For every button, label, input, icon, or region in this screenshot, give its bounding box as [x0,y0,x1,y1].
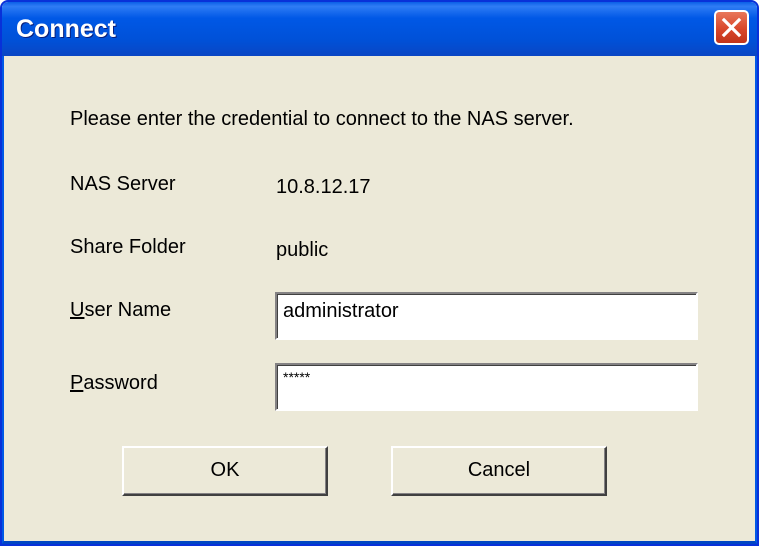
instruction-text: Please enter the credential to connect t… [70,108,574,130]
user-name-label: User Name [70,299,171,322]
password-label-text: assword [83,372,158,394]
password-input[interactable]: ***** [275,363,698,411]
share-folder-label: Share Folder [70,236,186,258]
user-name-accelerator: U [70,299,85,321]
user-name-label-text: ser Name [84,299,172,321]
nas-server-value: 10.8.12.17 [276,176,371,198]
cancel-button[interactable]: Cancel [391,446,607,496]
password-accelerator: P [70,372,84,394]
close-icon [721,17,742,38]
window-title: Connect [16,15,116,43]
title-bar[interactable]: Connect [2,2,757,56]
share-folder-value: public [276,239,329,261]
close-button[interactable] [714,10,749,45]
dialog-body: Please enter the credential to connect t… [2,56,757,544]
connect-dialog: Connect Please enter the credential to c… [0,0,759,546]
user-name-input[interactable]: administrator [275,292,698,340]
ok-button[interactable]: OK [122,446,328,496]
password-label: Password [70,372,158,395]
nas-server-label: NAS Server [70,173,176,195]
